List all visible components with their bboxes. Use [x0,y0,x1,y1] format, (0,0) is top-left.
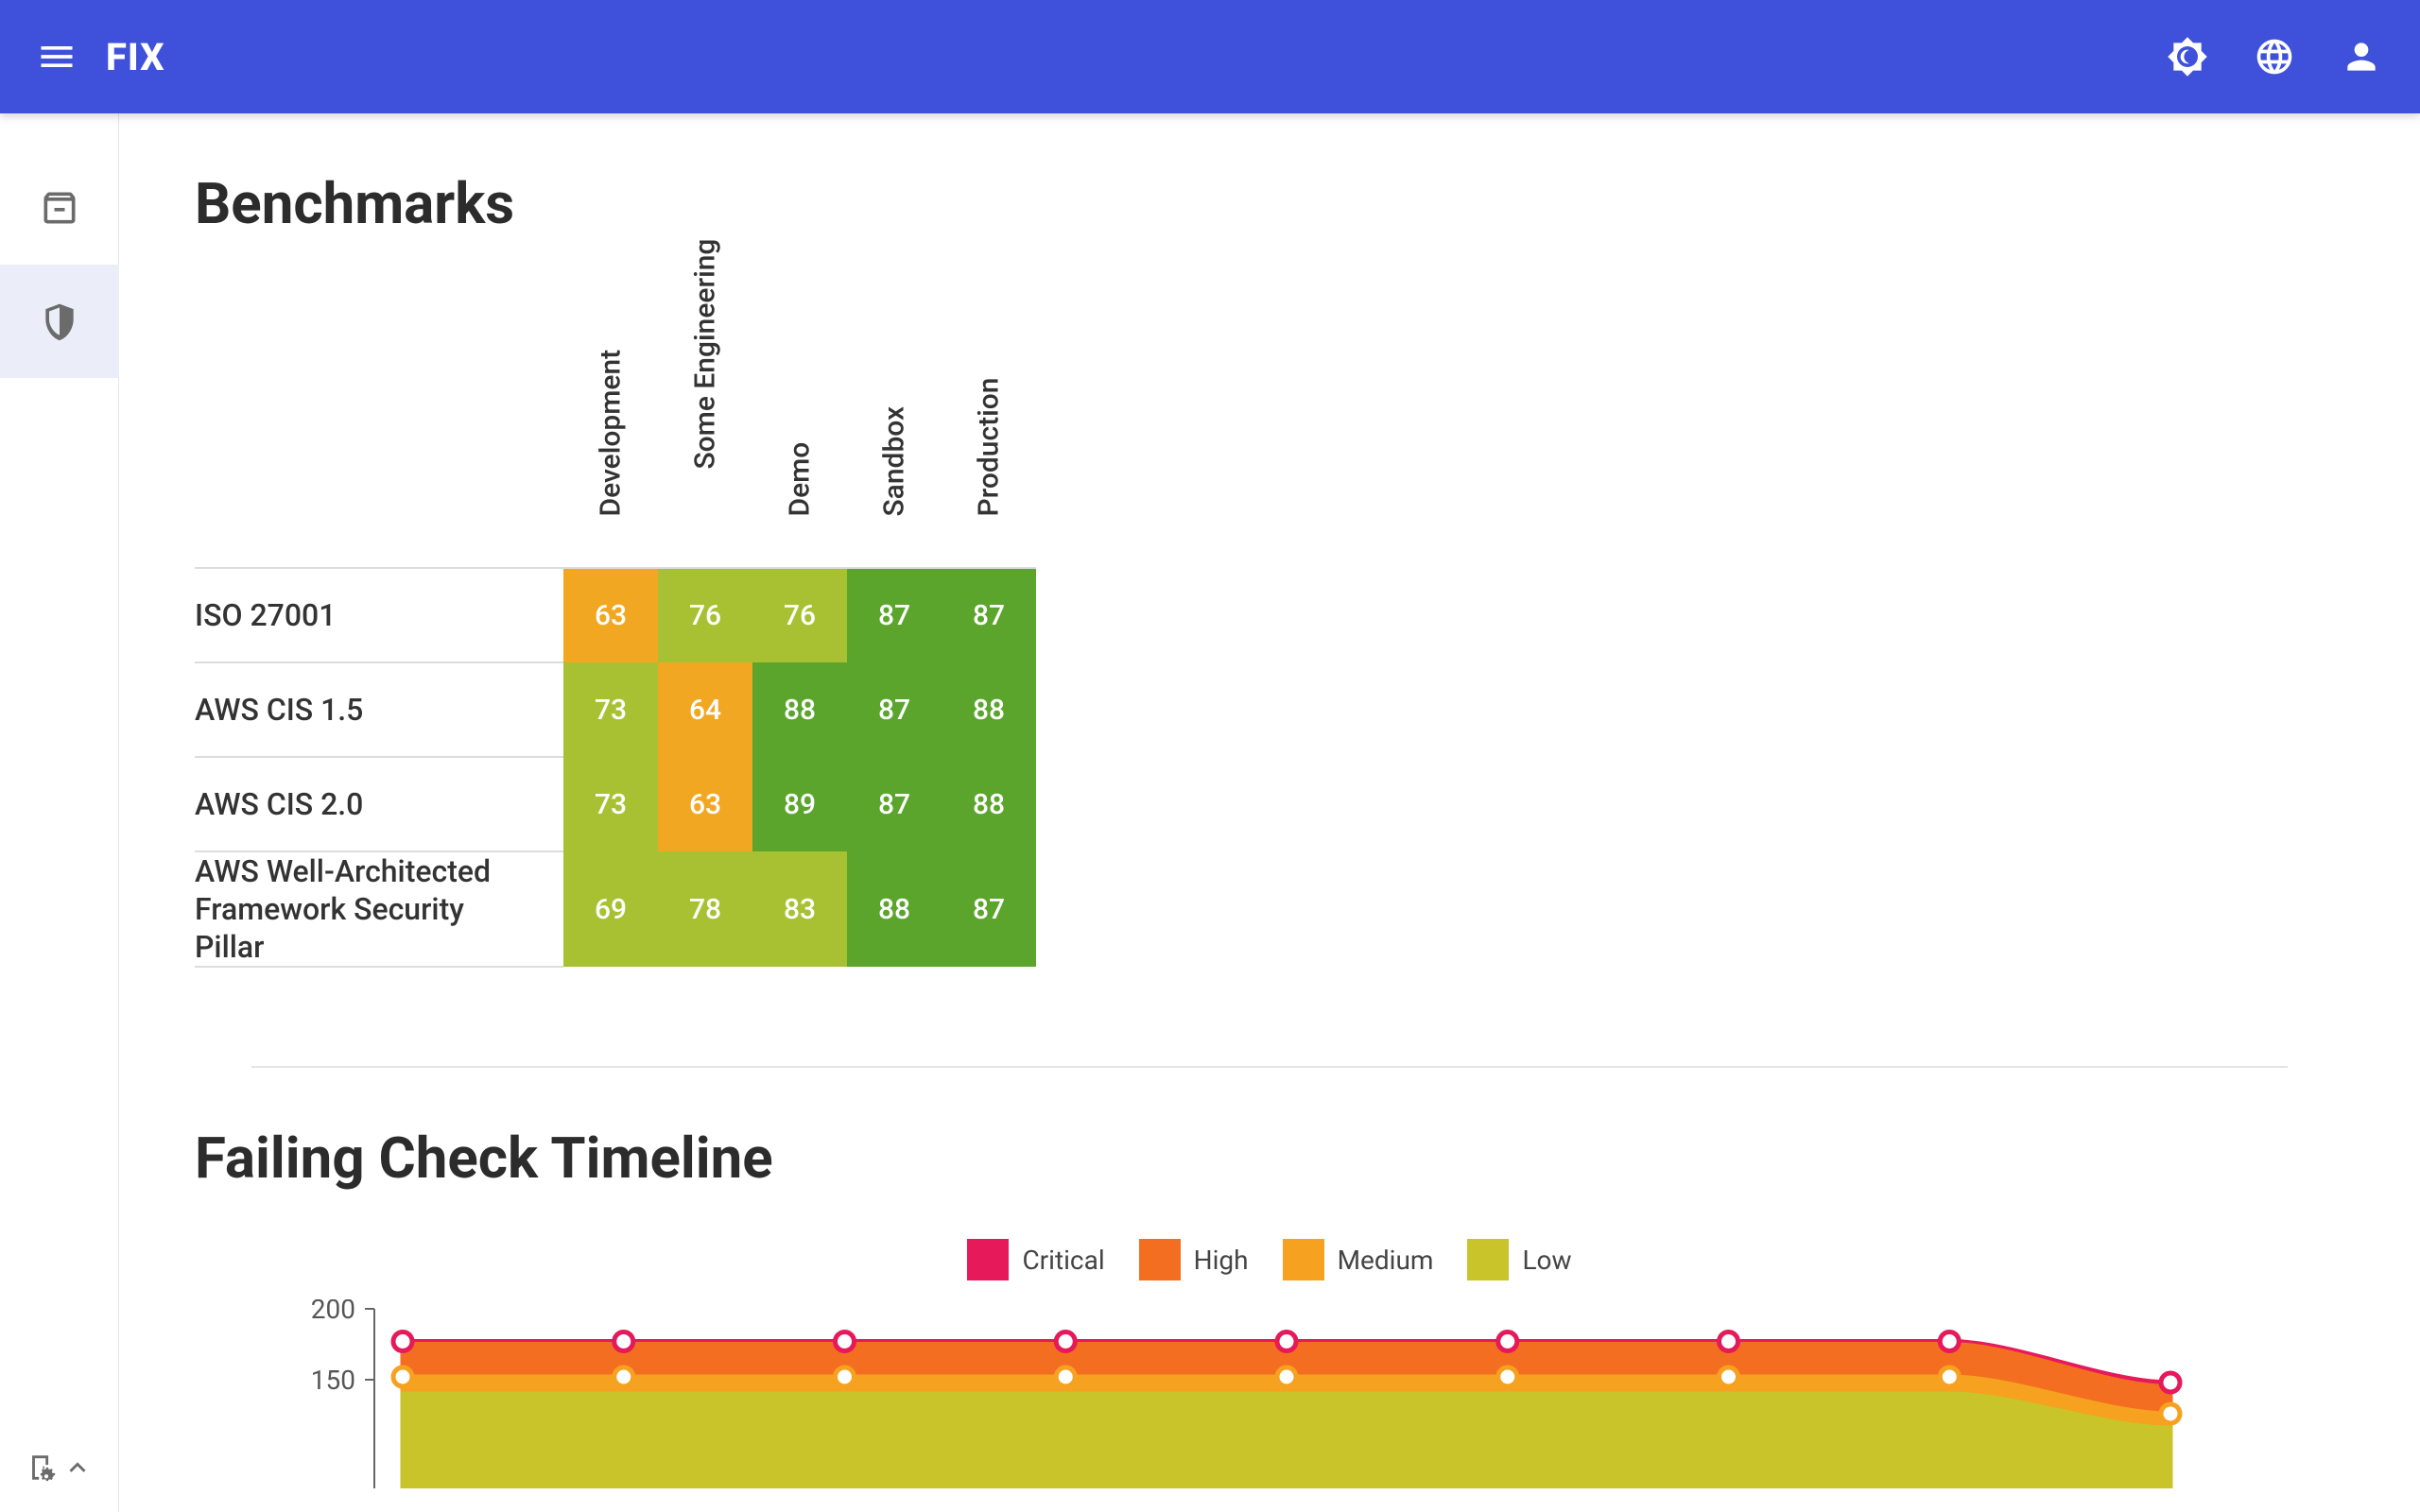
section-divider [251,1066,2288,1068]
chart-area [403,1394,2170,1488]
heatmap-cell[interactable]: 69 [563,851,658,967]
legend-item[interactable]: High [1139,1239,1249,1280]
heatmap-column-header[interactable]: Development [563,284,658,568]
heatmap-cell[interactable]: 87 [847,568,942,662]
person-icon [2341,36,2382,77]
room-preferences-icon [26,1452,58,1484]
sidebar [0,113,119,1512]
heatmap-cell[interactable]: 78 [658,851,752,967]
heatmap-row-header[interactable]: AWS CIS 1.5 [195,662,563,757]
chart-legend: Critical High Medium Low [195,1239,2344,1280]
archive-icon [39,187,80,229]
timeline-svg: 150 200 [195,1299,2331,1488]
brightness-icon [2167,36,2208,77]
heatmap-cell[interactable]: 83 [752,851,847,967]
chart-point [1277,1367,1296,1386]
heatmap-cell[interactable]: 87 [942,568,1036,662]
y-tick-label: 150 [311,1365,355,1396]
legend-label: Low [1522,1245,1571,1276]
y-tick-label: 200 [311,1299,355,1325]
heatmap-cell[interactable]: 76 [658,568,752,662]
chart-point [393,1367,412,1386]
heatmap-cell[interactable]: 89 [752,757,847,851]
chart-point [1720,1367,1738,1386]
legend-item[interactable]: Medium [1283,1239,1434,1280]
chart-point [1940,1332,1959,1351]
sidebar-settings-button[interactable] [0,1452,118,1484]
shield-icon [39,301,80,342]
chart-point [836,1332,855,1351]
chart-point [614,1332,633,1351]
chart-point [1056,1332,1075,1351]
brand-logo[interactable]: FIX [106,35,165,79]
heatmap-cell[interactable]: 63 [658,757,752,851]
chevron-up-icon [61,1452,94,1484]
chart-point [614,1367,633,1386]
heatmap-column-header[interactable]: Some Engineering [658,284,752,568]
legend-label: Critical [1022,1245,1104,1276]
benchmarks-heatmap: DevelopmentSome EngineeringDemoSandboxPr… [195,284,1036,968]
heatmap-cell[interactable]: 88 [942,757,1036,851]
legend-swatch [1283,1239,1324,1280]
chart-point [1498,1367,1517,1386]
chart-point [1940,1367,1959,1386]
chart-point [836,1367,855,1386]
language-button[interactable] [2250,32,2299,81]
theme-toggle-button[interactable] [2163,32,2212,81]
chart-point [1498,1332,1517,1351]
heatmap-row-header[interactable]: ISO 27001 [195,568,563,662]
chart-point [2161,1404,2180,1423]
legend-swatch [1467,1239,1509,1280]
heatmap-column-header[interactable]: Demo [752,284,847,568]
globe-icon [2254,36,2295,77]
legend-item[interactable]: Low [1467,1239,1571,1280]
timeline-heading: Failing Check Timeline [195,1125,2344,1192]
heatmap-column-header[interactable]: Sandbox [847,284,942,568]
benchmarks-heading: Benchmarks [195,170,2344,237]
heatmap-cell[interactable]: 73 [563,757,658,851]
menu-button[interactable] [34,34,79,79]
heatmap-cell[interactable]: 64 [658,662,752,757]
sidebar-item-inventory[interactable] [0,151,119,265]
sidebar-item-security[interactable] [0,265,119,378]
heatmap-cell[interactable]: 88 [847,851,942,967]
chart-point [1056,1367,1075,1386]
chart-point [1277,1332,1296,1351]
timeline-chart: 150 200 [195,1299,2331,1492]
legend-swatch [1139,1239,1181,1280]
hamburger-icon [36,36,78,77]
chart-point [1720,1332,1738,1351]
heatmap-column-header[interactable]: Production [942,284,1036,568]
account-button[interactable] [2337,32,2386,81]
chart-point [393,1332,412,1351]
heatmap-cell[interactable]: 63 [563,568,658,662]
legend-label: Medium [1338,1245,1434,1276]
app-bar: FIX [0,0,2420,113]
heatmap-cell[interactable]: 87 [847,757,942,851]
heatmap-cell[interactable]: 87 [942,851,1036,967]
heatmap-row-header[interactable]: AWS CIS 2.0 [195,757,563,851]
heatmap-cell[interactable]: 88 [942,662,1036,757]
heatmap-cell[interactable]: 87 [847,662,942,757]
legend-item[interactable]: Critical [967,1239,1104,1280]
legend-label: High [1194,1245,1249,1276]
heatmap-cell[interactable]: 73 [563,662,658,757]
heatmap-row-header[interactable]: AWS Well-Architected Framework Security … [195,851,563,967]
main-content: Benchmarks DevelopmentSome EngineeringDe… [119,113,2420,1512]
legend-swatch [967,1239,1009,1280]
chart-point [2161,1373,2180,1392]
heatmap-cell[interactable]: 76 [752,568,847,662]
heatmap-cell[interactable]: 88 [752,662,847,757]
